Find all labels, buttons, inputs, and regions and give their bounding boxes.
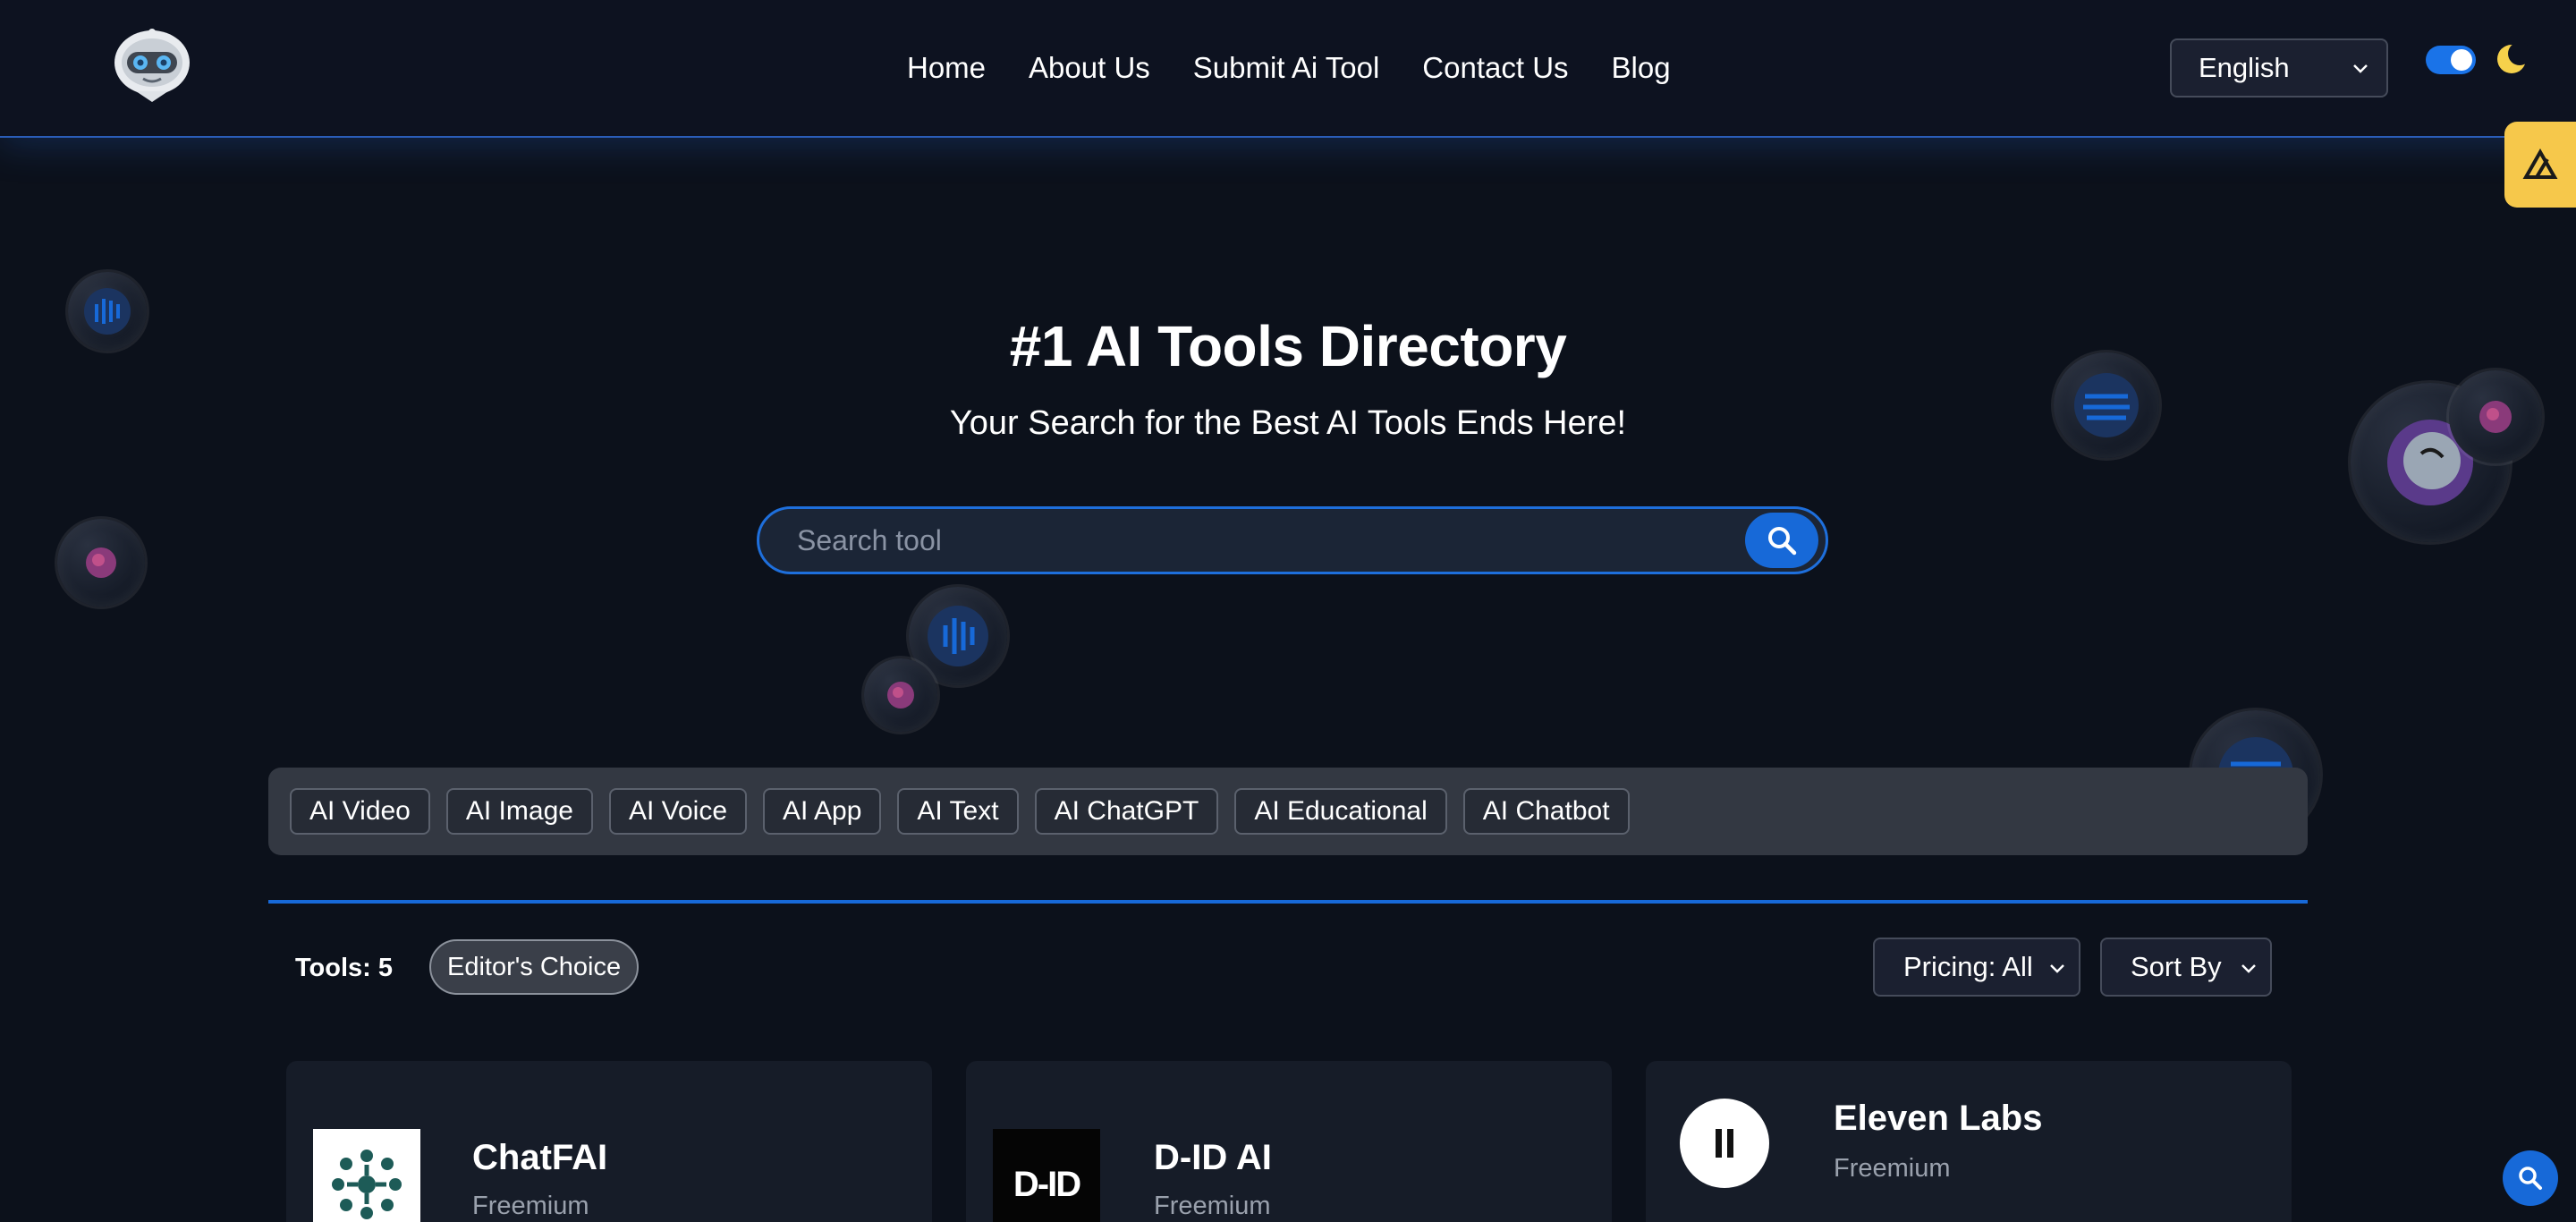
floating-bubble-icon — [57, 519, 145, 607]
search-input[interactable] — [759, 509, 1826, 572]
category-ai-text[interactable]: AI Text — [897, 788, 1019, 835]
tool-card-eleven-labs[interactable]: Eleven Labs Freemium — [1646, 1061, 2292, 1222]
tool-card-name: ChatFAI — [472, 1138, 608, 1177]
category-ai-app[interactable]: AI App — [763, 788, 882, 835]
category-ai-voice[interactable]: AI Voice — [608, 788, 748, 835]
dark-mode-toggle[interactable] — [2426, 46, 2476, 74]
search-icon — [1768, 527, 1797, 556]
tools-count: Tools: 5 — [295, 954, 394, 982]
tool-card-pricing: Freemium — [1154, 1192, 1271, 1220]
nav-about-us[interactable]: About Us — [1029, 51, 1150, 85]
sort-select[interactable]: Sort By — [2100, 938, 2272, 997]
category-ai-video[interactable]: AI Video — [290, 788, 430, 835]
category-ai-educational[interactable]: AI Educational — [1234, 788, 1447, 835]
section-divider — [268, 900, 2308, 904]
floating-bubble-icon — [864, 658, 937, 732]
pricing-select[interactable]: Pricing: All — [1873, 938, 2080, 997]
floating-search-button[interactable] — [2503, 1150, 2558, 1206]
language-select[interactable]: English — [2170, 38, 2388, 98]
search-icon — [2519, 1167, 2542, 1190]
category-ai-chatgpt[interactable]: AI ChatGPT — [1034, 788, 1219, 835]
d-id-logo-text: D-ID — [1013, 1164, 1081, 1204]
nav-blog[interactable]: Blog — [1612, 51, 1671, 85]
triangle-logo-icon — [2522, 149, 2558, 179]
search-bar — [757, 506, 1828, 574]
nav-submit-ai-tool[interactable]: Submit Ai Tool — [1193, 51, 1380, 85]
tool-card-d-id-ai[interactable]: D-ID D-ID AI Freemium — [966, 1061, 1612, 1222]
tool-card-chatfai[interactable]: ChatFAI Freemium — [286, 1061, 932, 1222]
chatfai-logo-icon — [313, 1129, 420, 1222]
category-ai-chatbot[interactable]: AI Chatbot — [1462, 788, 1630, 835]
nav-contact-us[interactable]: Contact Us — [1422, 51, 1568, 85]
moon-icon[interactable] — [2496, 43, 2528, 75]
site-header: Home About Us Submit Ai Tool Contact Us … — [0, 0, 2576, 138]
main-nav: Home About Us Submit Ai Tool Contact Us … — [907, 47, 1671, 89]
d-id-logo-icon: D-ID — [993, 1129, 1100, 1222]
chevron-down-icon — [2241, 964, 2256, 973]
language-select-value: English — [2199, 52, 2290, 83]
elevenlabs-logo-icon — [1680, 1099, 1769, 1188]
side-widget-button[interactable] — [2504, 122, 2576, 208]
tool-card-pricing: Freemium — [1834, 1154, 1951, 1183]
robot-logo-icon[interactable] — [111, 27, 193, 104]
sort-select-value: Sort By — [2131, 951, 2222, 982]
tool-card-pricing: Freemium — [472, 1192, 589, 1220]
search-button[interactable] — [1745, 513, 1818, 568]
category-bar: AI Video AI Image AI Voice AI App AI Tex… — [268, 768, 2308, 855]
editors-choice-button[interactable]: Editor's Choice — [429, 939, 640, 995]
chevron-down-icon — [2050, 964, 2064, 973]
pricing-select-value: Pricing: All — [1903, 951, 2033, 982]
page-title: #1 AI Tools Directory — [1009, 314, 1567, 378]
chevron-down-icon — [2353, 64, 2368, 73]
nav-home[interactable]: Home — [907, 51, 986, 85]
page-subtitle: Your Search for the Best AI Tools Ends H… — [949, 404, 1627, 442]
tool-card-name: Eleven Labs — [1834, 1099, 2043, 1138]
category-ai-image[interactable]: AI Image — [445, 788, 593, 835]
tool-card-name: D-ID AI — [1154, 1138, 1272, 1177]
